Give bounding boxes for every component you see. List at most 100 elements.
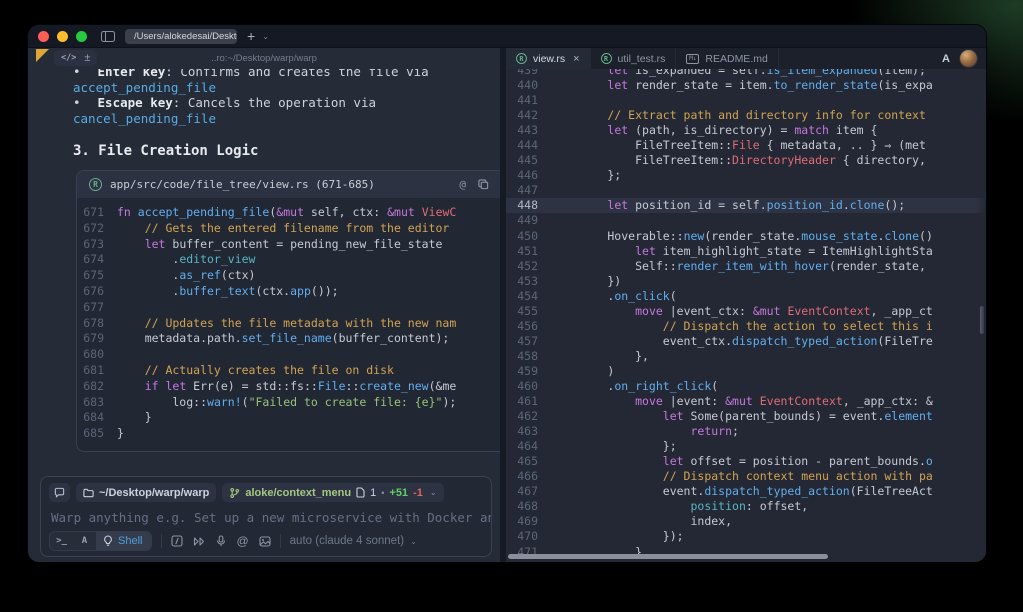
terminal-pane-header: ..ro:~/Desktop/warp/warp </> ± (28, 48, 500, 69)
line-number: 459 (506, 364, 552, 379)
code-line: 680 (77, 347, 500, 363)
line-number: 682 (77, 379, 117, 395)
tab-list-chevron-icon[interactable]: ⌄ (262, 32, 269, 41)
code-snippet-body: 671fn accept_pending_file(&mut self, ctx… (77, 198, 500, 451)
agent-a-icon: A (82, 536, 87, 546)
command-input-card: ~/Desktop/warp/warp aloke/context_menu 1… (40, 476, 492, 557)
folder-icon (83, 488, 94, 498)
doc-bullet-code: cancel_pending_file (73, 111, 500, 127)
terminal-prompt-icon: >_ (56, 536, 67, 546)
context-chips-row: ~/Desktop/warp/warp aloke/context_menu 1… (41, 477, 491, 505)
git-status-chip[interactable]: aloke/context_menu 1 • +51 -1 ⌄ (222, 483, 443, 502)
code-line: 466 // Dispatch context menu action with… (506, 469, 986, 484)
close-window-button[interactable] (38, 31, 49, 42)
user-avatar[interactable] (960, 50, 977, 67)
minimize-window-button[interactable] (57, 31, 68, 42)
line-number: 679 (77, 331, 117, 347)
warp-logo-icon[interactable]: A (942, 53, 950, 65)
terminal-output: •Enter key: Confirms and creates the fil… (28, 69, 500, 476)
line-number: 439 (506, 69, 552, 78)
agent-mode-button[interactable]: A (73, 532, 96, 550)
line-number: 677 (77, 300, 117, 316)
line-number: 469 (506, 514, 552, 529)
git-files-changed: 1 (370, 487, 376, 499)
code-line: 679 metadata.path.set_file_name(buffer_c… (77, 331, 500, 347)
chevron-down-icon: ⌄ (410, 537, 417, 546)
line-number: 672 (77, 221, 117, 237)
code-line: 678 // Updates the file metadata with th… (77, 316, 500, 332)
code-line: 456 // Dispatch the action to select thi… (506, 319, 986, 334)
diff-icon[interactable]: ± (84, 52, 90, 64)
code-line: 462 let Some(parent_bounds) = event.elem… (506, 409, 986, 424)
line-number: 673 (77, 237, 117, 253)
run-forward-icon[interactable] (193, 536, 206, 547)
line-number: 455 (506, 304, 552, 319)
code-line: 446 }; (506, 168, 986, 183)
tab-view-rs[interactable]: R view.rs × (506, 48, 591, 69)
close-icon[interactable]: × (573, 53, 579, 65)
code-line: 470 }); (506, 529, 986, 544)
code-line: 675 .as_ref(ctx) (77, 268, 500, 284)
new-tab-button[interactable]: + (247, 29, 255, 43)
line-number: 468 (506, 499, 552, 514)
conversation-bubble-button[interactable] (49, 483, 70, 502)
code-line: 468 position: offset, (506, 499, 986, 514)
line-number: 457 (506, 334, 552, 349)
divider (161, 534, 162, 548)
copy-icon[interactable] (478, 179, 489, 190)
code-line: 439 let is_expanded = self.is_item_expan… (506, 69, 986, 78)
code-line: 674 .editor_view (77, 252, 500, 268)
command-input[interactable]: Warp anything e.g. Set up a new microser… (41, 505, 491, 525)
mention-icon[interactable]: @ (459, 178, 466, 191)
cwd-path: ~/Desktop/warp/warp (99, 487, 209, 499)
code-snippet-card: R app/src/code/file_tree/view.rs (671-68… (76, 170, 500, 452)
terminal-mode-button[interactable]: >_ (50, 532, 73, 550)
attach-image-icon[interactable] (259, 536, 271, 547)
model-label: auto (claude 4 sonnet) (290, 535, 404, 547)
mention-icon[interactable]: @ (236, 534, 248, 548)
editor-tabbar: R view.rs × R util_test.rs M↓ README.md … (506, 48, 986, 69)
slash-command-icon[interactable] (171, 535, 183, 547)
doc-bullet-item: •Enter key: Confirms and creates the fil… (73, 69, 500, 80)
line-number: 458 (506, 349, 552, 364)
window-tab[interactable]: /Users/alokedesai/Desktop/warp/w (125, 29, 237, 44)
tab-label: README.md (705, 53, 767, 65)
shell-mode-button[interactable]: Shell (96, 532, 151, 550)
model-selector[interactable]: auto (claude 4 sonnet) ⌄ (290, 535, 417, 547)
chevron-down-icon: ⌄ (430, 488, 437, 497)
mode-segmented-control: >_ A Shell (49, 531, 152, 551)
code-line: 441 (506, 93, 986, 108)
sidebar-toggle-icon[interactable] (101, 31, 115, 42)
code-line: 448 let position_id = self.position_id.c… (506, 198, 986, 213)
line-number: 674 (77, 252, 117, 268)
rust-file-icon: R (89, 178, 102, 191)
code-line: 463 return; (506, 424, 986, 439)
line-number: 448 (506, 198, 552, 213)
code-line: 440 let render_state = item.to_render_st… (506, 78, 986, 93)
line-number: 444 (506, 138, 552, 153)
code-line: 683 log::warn!("Failed to create file: {… (77, 395, 500, 411)
cwd-chip[interactable]: ~/Desktop/warp/warp (76, 483, 216, 502)
line-number: 461 (506, 394, 552, 409)
line-number: 465 (506, 454, 552, 469)
lightbulb-icon (103, 535, 113, 547)
code-line: 449 (506, 213, 986, 228)
code-line: 445 FileTreeItem::DirectoryHeader { dire… (506, 153, 986, 168)
code-line: 453 }) (506, 274, 986, 289)
code-line: 461 move |event: &mut EventContext, _app… (506, 394, 986, 409)
code-editor[interactable]: 439 let is_expanded = self.is_item_expan… (506, 69, 986, 562)
tab-util-test-rs[interactable]: R util_test.rs (591, 48, 677, 69)
tab-readme-md[interactable]: M↓ README.md (676, 48, 778, 69)
microphone-icon[interactable] (216, 535, 226, 547)
vertical-scrollbar[interactable] (980, 306, 984, 334)
zoom-window-button[interactable] (76, 31, 87, 42)
code-block-icon[interactable]: </> (61, 53, 76, 63)
code-line: 442 // Extract path and directory info f… (506, 108, 986, 123)
line-number: 683 (77, 395, 117, 411)
horizontal-scrollbar[interactable] (508, 554, 828, 559)
git-additions: +51 (389, 487, 408, 499)
terminal-pane-path: ..ro:~/Desktop/warp/warp (28, 53, 500, 64)
line-number: 454 (506, 289, 552, 304)
line-number: 675 (77, 268, 117, 284)
line-number: 442 (506, 108, 552, 123)
